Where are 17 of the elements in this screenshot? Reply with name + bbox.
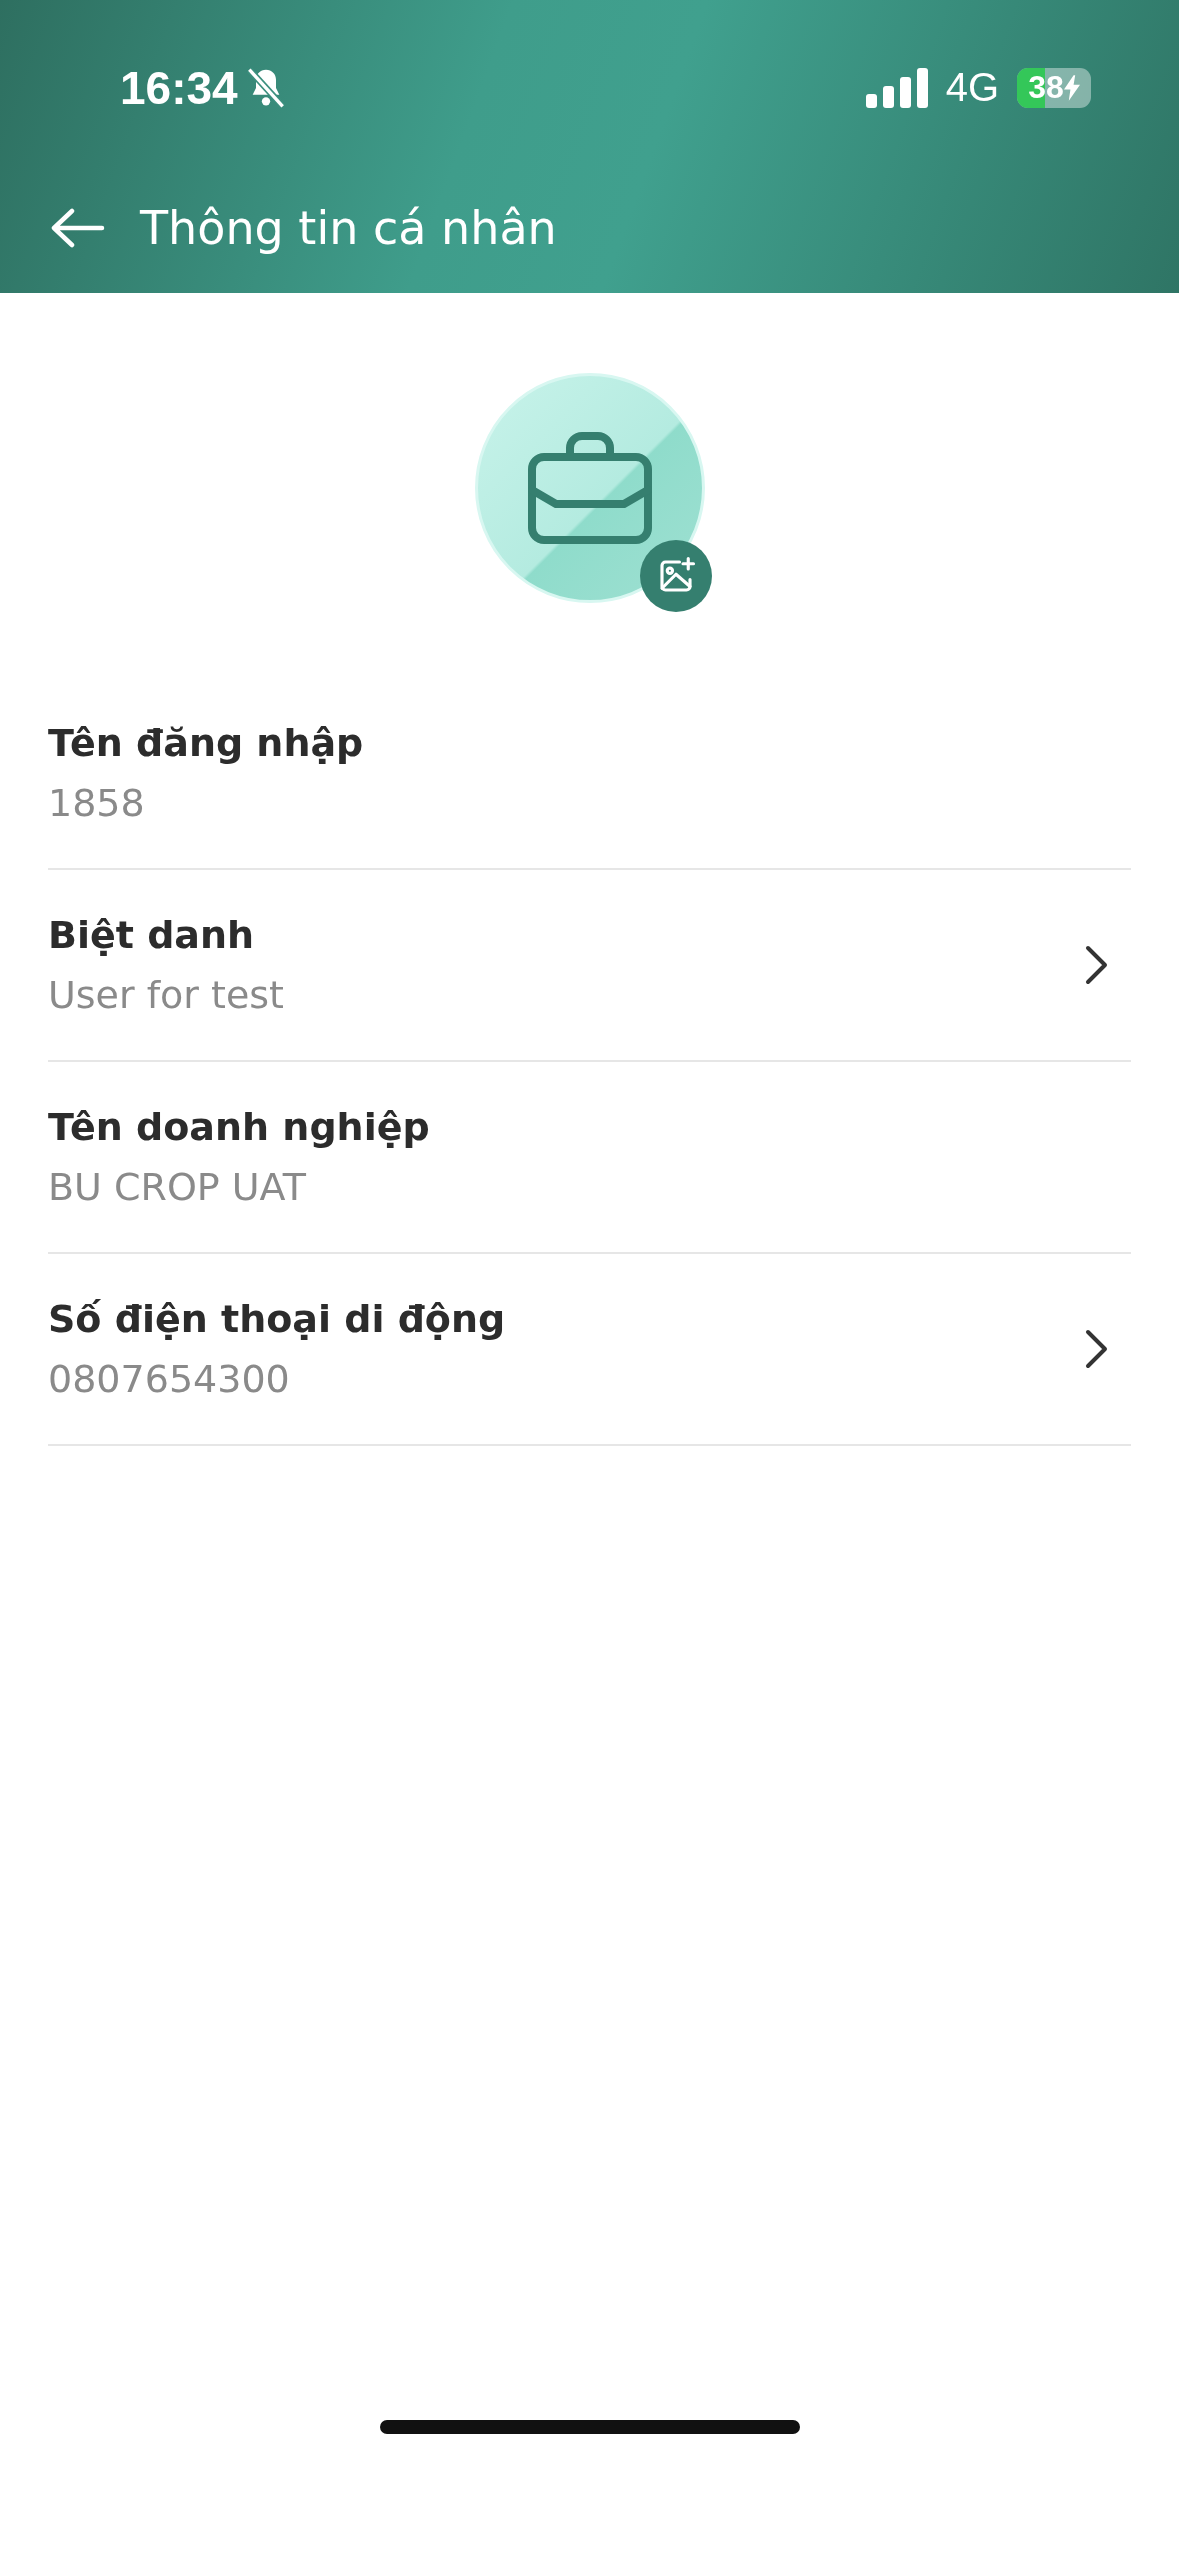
page-title: Thông tin cá nhân	[140, 201, 557, 255]
field-label: Tên đăng nhập	[48, 721, 364, 765]
field-label: Tên doanh nghiệp	[48, 1105, 430, 1149]
network-type: 4G	[945, 65, 999, 110]
field-label: Biệt danh	[48, 913, 256, 957]
briefcase-icon	[527, 432, 652, 544]
chevron-right-icon[interactable]	[1085, 945, 1109, 985]
field-value: BU CROP UAT	[48, 1165, 307, 1209]
field-label: Số điện thoại di động	[48, 1297, 506, 1341]
signal-icon	[865, 67, 928, 108]
chevron-right-icon[interactable]	[1085, 1329, 1109, 1369]
status-time: 16:34	[120, 60, 238, 115]
back-button[interactable]	[50, 208, 106, 248]
back-arrow-icon	[50, 208, 106, 248]
field-value: User for test	[48, 973, 284, 1017]
field-value: 0807654300	[48, 1357, 291, 1401]
field-value: 1858	[48, 781, 146, 825]
